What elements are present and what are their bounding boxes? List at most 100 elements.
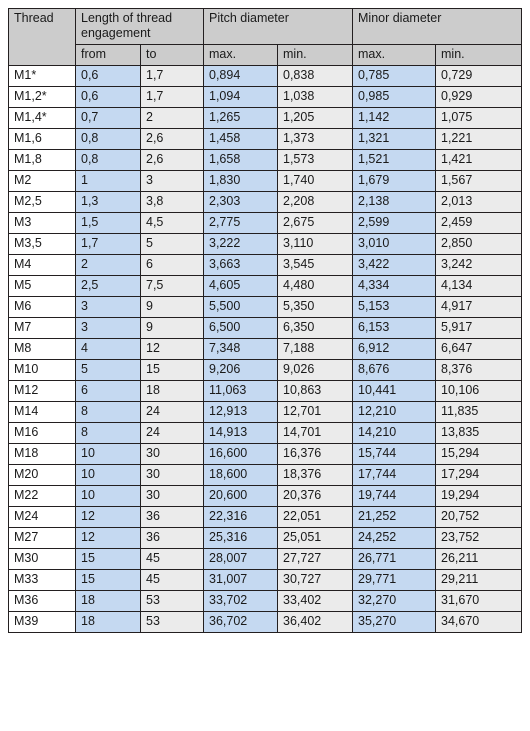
cell-to: 2,6 bbox=[140, 149, 204, 171]
cell-pd_min: 18,376 bbox=[277, 464, 353, 486]
cell-pd_min: 1,205 bbox=[277, 107, 353, 129]
cell-to: 6 bbox=[140, 254, 204, 276]
cell-from: 4 bbox=[75, 338, 141, 360]
cell-md_min: 3,242 bbox=[435, 254, 522, 276]
cell-to: 15 bbox=[140, 359, 204, 381]
cell-thread: M18 bbox=[8, 443, 76, 465]
cell-md_max: 2,138 bbox=[352, 191, 436, 213]
table-row: M1,4* 0,7 2 1,265 1,205 1,142 1,075 bbox=[8, 107, 522, 129]
cell-to: 1,7 bbox=[140, 65, 204, 87]
header-pitch-min: min. bbox=[277, 44, 353, 66]
cell-thread: M24 bbox=[8, 506, 76, 528]
cell-md_max: 0,785 bbox=[352, 65, 436, 87]
cell-to: 53 bbox=[140, 611, 204, 633]
cell-md_min: 34,670 bbox=[435, 611, 522, 633]
cell-pd_min: 36,402 bbox=[277, 611, 353, 633]
table-row: M18 10 30 16,600 16,376 15,744 15,294 bbox=[8, 443, 522, 465]
table-row: M3 1,5 4,5 2,775 2,675 2,599 2,459 bbox=[8, 212, 522, 234]
cell-pd_min: 25,051 bbox=[277, 527, 353, 549]
cell-from: 18 bbox=[75, 611, 141, 633]
cell-pd_max: 20,600 bbox=[203, 485, 278, 507]
cell-md_max: 14,210 bbox=[352, 422, 436, 444]
cell-md_max: 6,153 bbox=[352, 317, 436, 339]
table-row: M33 15 45 31,007 30,727 29,771 29,211 bbox=[8, 569, 522, 591]
cell-pd_min: 27,727 bbox=[277, 548, 353, 570]
cell-md_max: 35,270 bbox=[352, 611, 436, 633]
cell-pd_max: 14,913 bbox=[203, 422, 278, 444]
cell-thread: M6 bbox=[8, 296, 76, 318]
cell-md_min: 31,670 bbox=[435, 590, 522, 612]
cell-pd_max: 11,063 bbox=[203, 380, 278, 402]
table-row: M7 3 9 6,500 6,350 6,153 5,917 bbox=[8, 317, 522, 339]
cell-md_min: 13,835 bbox=[435, 422, 522, 444]
cell-thread: M1,4* bbox=[8, 107, 76, 129]
header-pitch-title: Pitch diameter bbox=[209, 11, 289, 25]
cell-pd_min: 1,038 bbox=[277, 86, 353, 108]
cell-thread: M7 bbox=[8, 317, 76, 339]
cell-pd_min: 4,480 bbox=[277, 275, 353, 297]
cell-to: 18 bbox=[140, 380, 204, 402]
cell-from: 3 bbox=[75, 317, 141, 339]
cell-thread: M3 bbox=[8, 212, 76, 234]
cell-thread: M22 bbox=[8, 485, 76, 507]
cell-from: 0,8 bbox=[75, 149, 141, 171]
table-row: M27 12 36 25,316 25,051 24,252 23,752 bbox=[8, 527, 522, 549]
cell-thread: M12 bbox=[8, 380, 76, 402]
cell-pd_min: 9,026 bbox=[277, 359, 353, 381]
table-row: M39 18 53 36,702 36,402 35,270 34,670 bbox=[8, 611, 522, 633]
cell-pd_min: 20,376 bbox=[277, 485, 353, 507]
cell-thread: M14 bbox=[8, 401, 76, 423]
cell-pd_max: 5,500 bbox=[203, 296, 278, 318]
cell-from: 10 bbox=[75, 443, 141, 465]
cell-to: 24 bbox=[140, 422, 204, 444]
cell-md_max: 17,744 bbox=[352, 464, 436, 486]
cell-from: 18 bbox=[75, 590, 141, 612]
cell-to: 30 bbox=[140, 485, 204, 507]
cell-pd_min: 2,675 bbox=[277, 212, 353, 234]
cell-thread: M33 bbox=[8, 569, 76, 591]
cell-pd_max: 1,094 bbox=[203, 86, 278, 108]
table-row: M1* 0,6 1,7 0,894 0,838 0,785 0,729 bbox=[8, 65, 522, 87]
cell-pd_max: 22,316 bbox=[203, 506, 278, 528]
cell-md_min: 4,917 bbox=[435, 296, 522, 318]
cell-from: 6 bbox=[75, 380, 141, 402]
cell-md_min: 2,013 bbox=[435, 191, 522, 213]
cell-md_min: 29,211 bbox=[435, 569, 522, 591]
cell-pd_max: 1,458 bbox=[203, 128, 278, 150]
header-engagement-to: to bbox=[140, 44, 204, 66]
cell-md_min: 19,294 bbox=[435, 485, 522, 507]
cell-thread: M30 bbox=[8, 548, 76, 570]
cell-from: 1,7 bbox=[75, 233, 141, 255]
cell-md_min: 5,917 bbox=[435, 317, 522, 339]
cell-md_max: 3,010 bbox=[352, 233, 436, 255]
cell-thread: M27 bbox=[8, 527, 76, 549]
cell-md_max: 15,744 bbox=[352, 443, 436, 465]
cell-from: 1 bbox=[75, 170, 141, 192]
cell-to: 4,5 bbox=[140, 212, 204, 234]
cell-thread: M36 bbox=[8, 590, 76, 612]
cell-md_max: 3,422 bbox=[352, 254, 436, 276]
cell-pd_max: 33,702 bbox=[203, 590, 278, 612]
cell-pd_min: 0,838 bbox=[277, 65, 353, 87]
cell-md_min: 6,647 bbox=[435, 338, 522, 360]
table-row: M24 12 36 22,316 22,051 21,252 20,752 bbox=[8, 506, 522, 528]
cell-md_min: 1,221 bbox=[435, 128, 522, 150]
cell-pd_max: 36,702 bbox=[203, 611, 278, 633]
cell-thread: M4 bbox=[8, 254, 76, 276]
cell-pd_max: 1,265 bbox=[203, 107, 278, 129]
cell-from: 8 bbox=[75, 401, 141, 423]
cell-to: 2,6 bbox=[140, 128, 204, 150]
cell-thread: M20 bbox=[8, 464, 76, 486]
cell-md_min: 17,294 bbox=[435, 464, 522, 486]
cell-pd_min: 33,402 bbox=[277, 590, 353, 612]
cell-thread: M1,8 bbox=[8, 149, 76, 171]
cell-md_min: 10,106 bbox=[435, 380, 522, 402]
header-pitch-diameter: Pitch diameter D2 [mm] bbox=[203, 8, 353, 45]
header-minor-diameter: Minor diameter D1 [mm] bbox=[352, 8, 522, 45]
cell-pd_min: 1,373 bbox=[277, 128, 353, 150]
table-row: M1,6 0,8 2,6 1,458 1,373 1,321 1,221 bbox=[8, 128, 522, 150]
table-row: M30 15 45 28,007 27,727 26,771 26,211 bbox=[8, 548, 522, 570]
cell-pd_max: 3,222 bbox=[203, 233, 278, 255]
cell-pd_min: 16,376 bbox=[277, 443, 353, 465]
cell-md_min: 1,421 bbox=[435, 149, 522, 171]
